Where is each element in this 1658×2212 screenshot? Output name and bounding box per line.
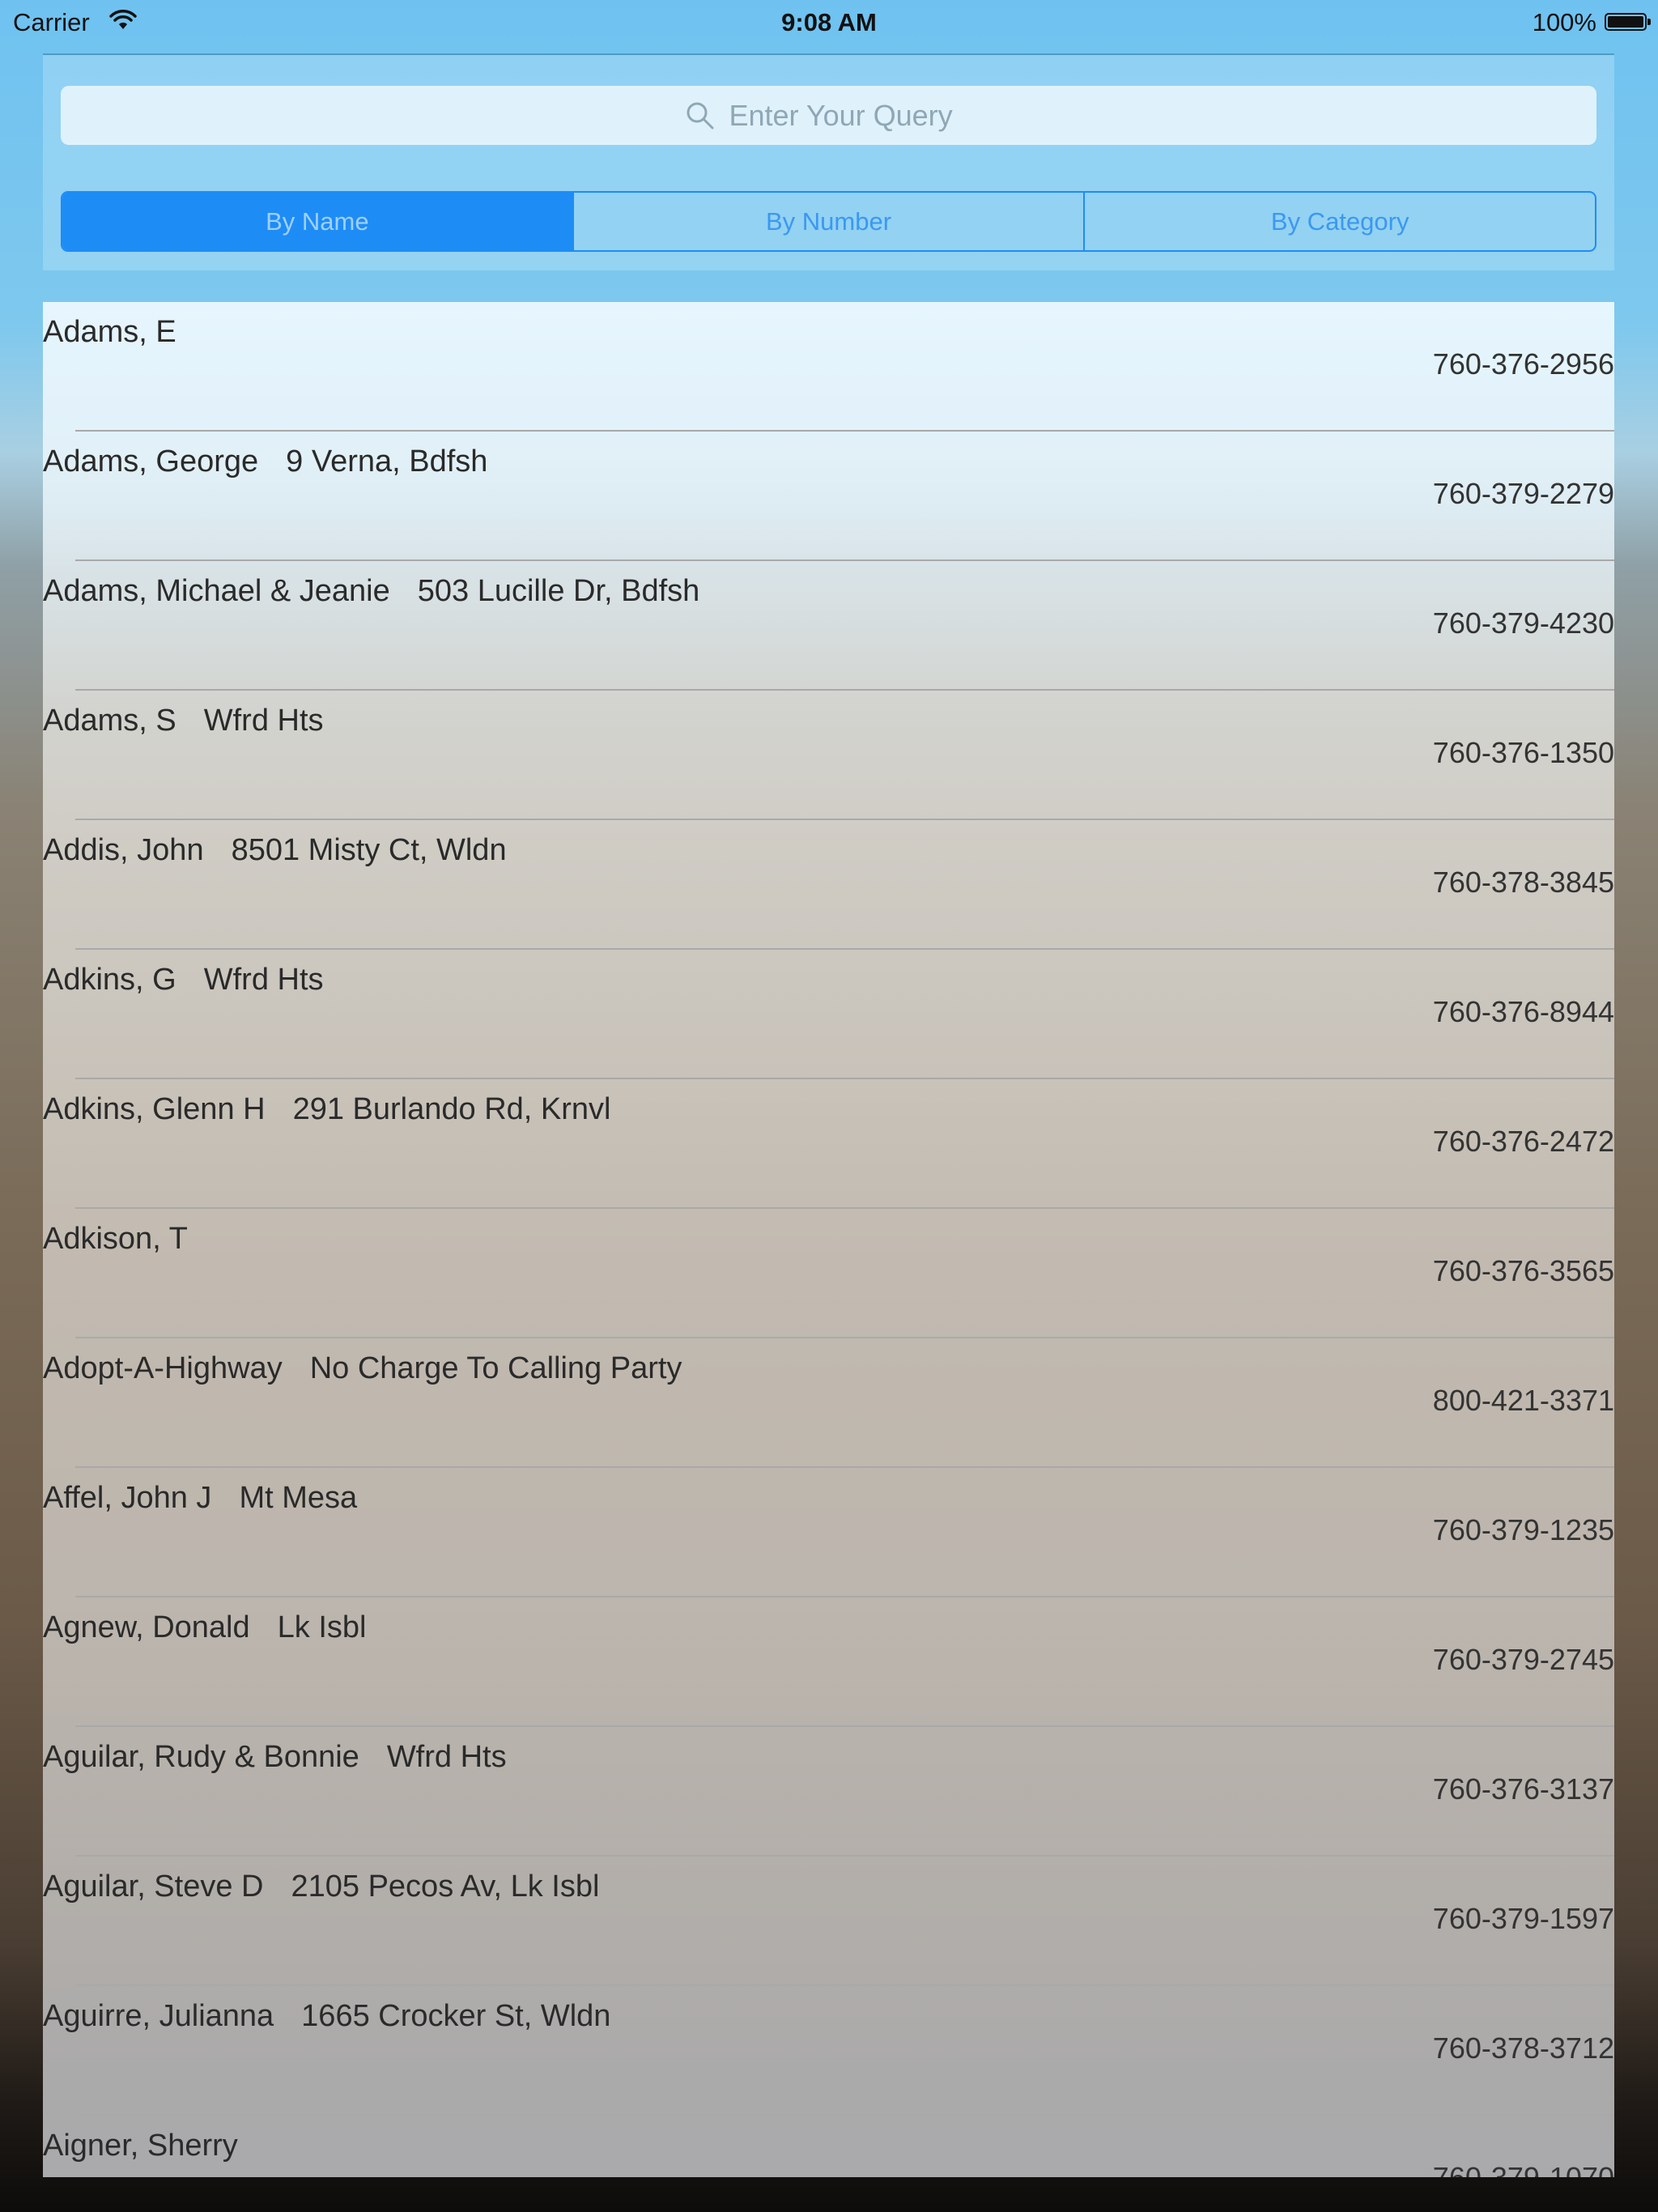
listing-label: Aguirre, Julianna 1665 Crocker St, Wldn bbox=[43, 1999, 610, 2034]
list-item[interactable]: Aguirre, Julianna 1665 Crocker St, Wldn 76… bbox=[43, 1986, 1614, 2116]
listing-name: Adams, S bbox=[43, 704, 176, 738]
listing-phone: 760-379-2745 bbox=[1432, 1643, 1614, 1676]
listing-name: Aigner, Sherry bbox=[43, 2129, 238, 2163]
listing-label: Adams, E bbox=[43, 315, 204, 350]
listing-phone: 760-376-3137 bbox=[1432, 1772, 1614, 1806]
listing-label: Adams, George 9 Verna, Bdfsh bbox=[43, 445, 487, 479]
listing-phone: 760-376-3565 bbox=[1432, 1254, 1614, 1287]
listing-address: 1665 Crocker St, Wldn bbox=[301, 1999, 611, 2033]
list-item[interactable]: Affel, John J Mt Mesa 760-379-1235 bbox=[43, 1468, 1614, 1597]
list-item[interactable]: Aguilar, Rudy & Bonnie Wfrd Hts 760-376-31… bbox=[43, 1727, 1614, 1857]
listing-address: Wfrd Hts bbox=[203, 963, 324, 997]
list-item[interactable]: Addis, John 8501 Misty Ct, Wldn 760-378-38… bbox=[43, 820, 1614, 950]
listing-name: Adams, George bbox=[43, 445, 259, 479]
listing-label: Aguilar, Rudy & Bonnie Wfrd Hts bbox=[43, 1740, 507, 1775]
status-time: 9:08 AM bbox=[781, 8, 877, 36]
listing-phone: 760-379-1235 bbox=[1432, 1513, 1614, 1546]
listing-phone: 760-376-1350 bbox=[1432, 736, 1614, 769]
listing-address: Wfrd Hts bbox=[386, 1740, 507, 1774]
listing-label: Adams, Michael & Jeanie 503 Lucille Dr, B… bbox=[43, 574, 699, 609]
listing-phone: 760-376-2472 bbox=[1432, 1125, 1614, 1158]
listing-name: Adkins, G bbox=[43, 963, 176, 997]
listing-label: Aguilar, Steve D 2105 Pecos Av, Lk Isbl bbox=[43, 1870, 599, 1904]
search-mode-segmented-control: By Name By Number By Category bbox=[61, 191, 1596, 252]
search-input[interactable] bbox=[727, 97, 974, 134]
battery-percentage: 100% bbox=[1532, 8, 1596, 36]
listing-address: 291 Burlando Rd, Krnvl bbox=[292, 1092, 611, 1126]
listing-address: 503 Lucille Dr, Bdfsh bbox=[417, 574, 700, 608]
listing-label: Adkins, Glenn H 291 Burlando Rd, Krnvl bbox=[43, 1092, 610, 1127]
search-icon bbox=[687, 102, 713, 129]
listing-phone: 760-376-8944 bbox=[1432, 995, 1614, 1028]
list-item[interactable]: Adams, S Wfrd Hts 760-376-1350 bbox=[43, 691, 1614, 820]
segment-by-category[interactable]: By Category bbox=[1083, 193, 1595, 250]
listing-label: Adopt-A-Highway No Charge To Calling Part… bbox=[43, 1351, 682, 1386]
list-item[interactable]: Adkins, G Wfrd Hts 760-376-8944 bbox=[43, 950, 1614, 1079]
listing-phone: 760-379-4230 bbox=[1432, 606, 1614, 640]
listing-name: Adkison, T bbox=[43, 1222, 188, 1256]
status-bar: Carrier 9:08 AM 100% bbox=[0, 0, 1658, 45]
search-bar[interactable] bbox=[61, 86, 1596, 145]
list-item[interactable]: Aigner, Sherry 760-379-1070 bbox=[43, 2116, 1614, 2177]
list-item[interactable]: Adopt-A-Highway No Charge To Calling Part… bbox=[43, 1338, 1614, 1468]
listing-name: Affel, John J bbox=[43, 1481, 212, 1515]
listing-address: Wfrd Hts bbox=[203, 704, 324, 738]
listing-address: Lk Isbl bbox=[277, 1610, 367, 1644]
listing-label: Aigner, Sherry bbox=[43, 2129, 266, 2163]
battery-icon bbox=[1605, 13, 1651, 31]
listing-address: 9 Verna, Bdfsh bbox=[286, 445, 488, 479]
listing-name: Adopt-A-Highway bbox=[43, 1351, 283, 1385]
listing-address: 8501 Misty Ct, Wldn bbox=[231, 833, 507, 867]
list-item[interactable]: Adams, Michael & Jeanie 503 Lucille Dr, B… bbox=[43, 561, 1614, 691]
listing-name: Adkins, Glenn H bbox=[43, 1092, 266, 1126]
listing-phone: 760-378-3845 bbox=[1432, 866, 1614, 899]
listing-name: Aguilar, Rudy & Bonnie bbox=[43, 1740, 359, 1774]
listing-name: Addis, John bbox=[43, 833, 204, 867]
listing-phone: 760-379-2279 bbox=[1432, 477, 1614, 510]
listing-label: Adams, S Wfrd Hts bbox=[43, 704, 324, 738]
list-item[interactable]: Agnew, Donald Lk Isbl 760-379-2745 bbox=[43, 1597, 1614, 1727]
listing-label: Affel, John J Mt Mesa bbox=[43, 1481, 357, 1516]
segment-by-name[interactable]: By Name bbox=[62, 193, 572, 250]
search-header: By Name By Number By Category bbox=[43, 53, 1614, 270]
listing-phone: 760-379-1070 bbox=[1433, 2161, 1614, 2177]
listing-label: Adkison, T bbox=[43, 1222, 215, 1257]
listing-address: Mt Mesa bbox=[239, 1481, 358, 1515]
listing-name: Adams, E bbox=[43, 315, 176, 349]
listing-label: Addis, John 8501 Misty Ct, Wldn bbox=[43, 833, 507, 868]
list-item[interactable]: Aguilar, Steve D 2105 Pecos Av, Lk Isbl 76… bbox=[43, 1857, 1614, 1986]
directory-list[interactable]: Adams, E 760-376-2956 Adams, George 9 Verna… bbox=[43, 302, 1614, 2177]
list-item[interactable]: Adkison, T 760-376-3565 bbox=[43, 1209, 1614, 1338]
listing-name: Agnew, Donald bbox=[43, 1610, 250, 1644]
listing-label: Agnew, Donald Lk Isbl bbox=[43, 1610, 366, 1645]
list-item[interactable]: Adkins, Glenn H 291 Burlando Rd, Krnvl 760… bbox=[43, 1079, 1614, 1209]
listing-name: Adams, Michael & Jeanie bbox=[43, 574, 390, 608]
segment-by-number[interactable]: By Number bbox=[572, 193, 1084, 250]
listing-address: No Charge To Calling Party bbox=[309, 1351, 682, 1385]
list-item[interactable]: Adams, George 9 Verna, Bdfsh 760-379-2279 bbox=[43, 432, 1614, 561]
listing-phone: 760-376-2956 bbox=[1432, 347, 1614, 381]
listing-name: Aguirre, Julianna bbox=[43, 1999, 274, 2033]
listing-phone: 760-378-3712 bbox=[1432, 2031, 1614, 2065]
listing-name: Aguilar, Steve D bbox=[43, 1870, 264, 1904]
listing-phone: 760-379-1597 bbox=[1432, 1902, 1614, 1935]
list-item[interactable]: Adams, E 760-376-2956 bbox=[43, 302, 1614, 432]
listing-phone: 800-421-3371 bbox=[1432, 1384, 1614, 1417]
listing-label: Adkins, G Wfrd Hts bbox=[43, 963, 324, 998]
listing-address: 2105 Pecos Av, Lk Isbl bbox=[291, 1870, 600, 1904]
